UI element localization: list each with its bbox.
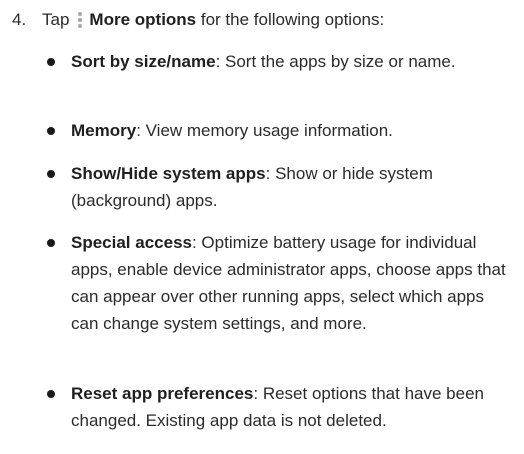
- bullet-icon: [47, 170, 55, 178]
- option-title: Sort by size/name: [71, 52, 216, 71]
- list-item-reset-preferences: Reset app preferences: Reset options tha…: [44, 380, 514, 434]
- bullet-icon: [47, 239, 55, 247]
- step-instruction: 4. Tap More options for the following op…: [12, 6, 517, 33]
- option-description: : View memory usage information.: [136, 121, 393, 140]
- step-prefix: Tap: [42, 10, 70, 29]
- option-description: : Sort the apps by size or name.: [215, 52, 456, 71]
- list-item-text: Reset app preferences: Reset options tha…: [71, 380, 514, 434]
- list-item-text: Show/Hide system apps: Show or hide syst…: [71, 160, 514, 214]
- list-item-sort: Sort by size/name: Sort the apps by size…: [44, 48, 514, 75]
- bullet-icon: [47, 58, 55, 66]
- bullet-icon: [47, 390, 55, 398]
- bullet-icon: [47, 127, 55, 135]
- option-title: Show/Hide system apps: [71, 164, 266, 183]
- option-title: Reset app preferences: [71, 384, 254, 403]
- step-number: 4.: [12, 10, 27, 29]
- list-item-text: Special access: Optimize battery usage f…: [71, 229, 514, 337]
- list-item-text: Memory: View memory usage information.: [71, 117, 514, 144]
- list-item-text: Sort by size/name: Sort the apps by size…: [71, 48, 514, 75]
- list-item-system-apps: Show/Hide system apps: Show or hide syst…: [44, 160, 514, 214]
- list-item-memory: Memory: View memory usage information.: [44, 117, 514, 144]
- option-title: Special access: [71, 233, 192, 252]
- more-options-label: More options: [89, 10, 197, 29]
- list-item-special-access: Special access: Optimize battery usage f…: [44, 229, 514, 337]
- option-title: Memory: [71, 121, 137, 140]
- step-4: 4. Tap More options for the following op…: [12, 6, 517, 33]
- more-options-icon: [75, 11, 85, 28]
- step-suffix: for the following options:: [200, 10, 385, 29]
